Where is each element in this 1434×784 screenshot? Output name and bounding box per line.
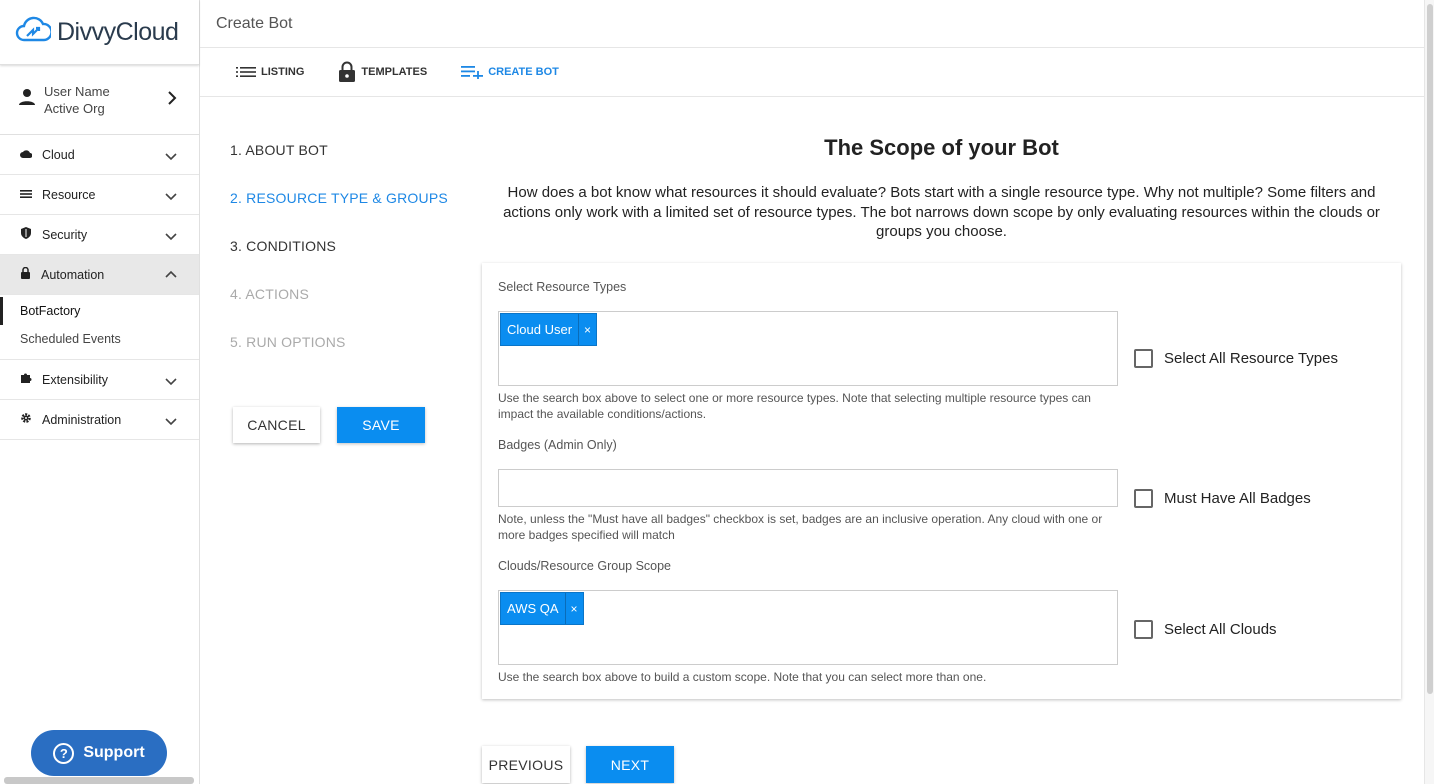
step-actions: 4. ACTIONS xyxy=(230,286,310,302)
tab-templates[interactable]: TEMPLATES xyxy=(338,61,427,83)
chevron-down-icon xyxy=(165,375,177,389)
badges-hint: Note, unless the "Must have all badges" … xyxy=(498,512,1103,542)
list-icon xyxy=(236,66,256,78)
tab-create-bot[interactable]: CREATE BOT xyxy=(461,65,559,79)
tab-label: TEMPLATES xyxy=(361,66,428,78)
section-description: How does a bot know what resources it sh… xyxy=(503,184,1380,240)
resource-types-hint: Use the search box above to select one o… xyxy=(498,391,1091,421)
step-run-options: 5. RUN OPTIONS xyxy=(230,334,346,350)
user-name: User Name xyxy=(44,83,110,99)
gear-icon xyxy=(20,412,32,427)
page-scrollbar[interactable] xyxy=(1424,0,1434,784)
cancel-button[interactable]: CANCEL xyxy=(233,407,320,443)
checkbox[interactable] xyxy=(1134,620,1153,639)
support-label: Support xyxy=(83,744,145,761)
chevron-down-icon xyxy=(165,230,177,244)
active-org: Active Org xyxy=(44,100,105,116)
previous-button[interactable]: PREVIOUS xyxy=(482,746,570,783)
badges-input[interactable] xyxy=(498,469,1118,507)
logo-text: DivvyCloud xyxy=(57,17,179,46)
scope-label: Clouds/Resource Group Scope xyxy=(498,559,672,573)
nav-label: Resource xyxy=(42,187,96,202)
sub-item-botfactory[interactable]: BotFactory xyxy=(0,297,199,325)
checkbox-label: Must Have All Badges xyxy=(1164,490,1311,507)
save-button[interactable]: SAVE xyxy=(337,407,425,443)
chevron-down-icon xyxy=(165,415,177,429)
chip-remove-button[interactable]: × xyxy=(578,314,596,345)
page-title: Create Bot xyxy=(216,14,293,32)
scrollbar-thumb[interactable] xyxy=(1427,4,1433,694)
nav-item-security[interactable]: Security xyxy=(0,215,199,255)
user-menu[interactable]: User Name Active Org xyxy=(0,65,199,135)
chip-remove-button[interactable]: × xyxy=(564,593,583,624)
nav-item-extensibility[interactable]: Extensibility xyxy=(0,360,199,400)
tab-listing[interactable]: LISTING xyxy=(236,66,304,78)
nav-item-automation[interactable]: Automation xyxy=(0,255,199,295)
playlist-add-icon xyxy=(461,65,484,79)
checkbox[interactable] xyxy=(1134,489,1153,508)
scope-hint: Use the search box above to build a cust… xyxy=(498,670,987,684)
checkbox-label: Select All Clouds xyxy=(1164,621,1277,638)
tab-label: CREATE BOT xyxy=(488,66,559,78)
scope-chip: AWS QA × xyxy=(500,592,584,625)
badges-label: Badges (Admin Only) xyxy=(498,438,617,452)
puzzle-icon xyxy=(20,372,32,387)
automation-submenu: BotFactory Scheduled Events xyxy=(0,295,199,360)
tab-bar: LISTING TEMPLATES CREATE BOT xyxy=(200,48,1424,97)
lock-icon xyxy=(20,266,31,282)
chip-label: Cloud User xyxy=(507,322,573,337)
sidebar: DivvyCloud User Name Active Org Cloud Re… xyxy=(0,0,200,784)
support-button[interactable]: ? Support xyxy=(31,730,167,776)
section-title: The Scope of your Bot xyxy=(824,135,1059,160)
logo[interactable]: DivvyCloud xyxy=(0,0,199,65)
nav-label: Security xyxy=(42,227,88,242)
nav-item-cloud[interactable]: Cloud xyxy=(0,135,199,175)
resource-type-chip: Cloud User × xyxy=(500,313,598,346)
nav-item-resource[interactable]: Resource xyxy=(0,175,199,215)
chip-label: AWS QA xyxy=(507,601,559,616)
chevron-up-icon xyxy=(165,267,177,281)
step-conditions[interactable]: 3. CONDITIONS xyxy=(230,238,448,286)
nav-label: Cloud xyxy=(42,147,75,162)
chevron-right-icon xyxy=(167,91,177,110)
cloud-icon xyxy=(20,148,33,162)
nav-label: Administration xyxy=(42,412,122,427)
step-resource-type-groups[interactable]: 2. RESOURCE TYPE & GROUPS xyxy=(230,190,448,238)
select-all-resource-types[interactable]: Select All Resource Types xyxy=(1134,349,1338,368)
sub-item-scheduled-events[interactable]: Scheduled Events xyxy=(0,325,199,353)
person-icon xyxy=(18,88,36,111)
lock-icon xyxy=(338,61,356,83)
checkbox-label: Select All Resource Types xyxy=(1164,350,1338,367)
step-about-bot[interactable]: 1. ABOUT BOT xyxy=(230,142,448,190)
resource-types-label: Select Resource Types xyxy=(498,280,627,294)
page-header: Create Bot xyxy=(200,0,1424,48)
scope-input[interactable]: AWS QA × xyxy=(498,590,1118,665)
sidebar-scrollbar[interactable] xyxy=(4,777,194,784)
help-icon: ? xyxy=(53,742,75,764)
list-icon xyxy=(20,188,32,202)
chevron-down-icon xyxy=(165,150,177,164)
resource-types-input[interactable]: Cloud User × xyxy=(498,311,1118,386)
nav-item-administration[interactable]: Administration xyxy=(0,400,199,440)
must-have-all-badges[interactable]: Must Have All Badges xyxy=(1134,489,1311,508)
shield-icon xyxy=(20,227,32,242)
chevron-down-icon xyxy=(165,190,177,204)
scope-card: Select Resource Types Cloud User × Use t… xyxy=(482,263,1401,699)
select-all-clouds[interactable]: Select All Clouds xyxy=(1134,620,1277,639)
next-button[interactable]: NEXT xyxy=(586,746,674,783)
checkbox[interactable] xyxy=(1134,349,1153,368)
nav-label: Extensibility xyxy=(42,372,108,387)
nav-label: Automation xyxy=(41,267,105,282)
wizard-steps: 1. ABOUT BOT 2. RESOURCE TYPE & GROUPS 3… xyxy=(230,142,448,382)
cloud-logo-icon xyxy=(15,14,53,51)
tab-label: LISTING xyxy=(261,66,305,78)
